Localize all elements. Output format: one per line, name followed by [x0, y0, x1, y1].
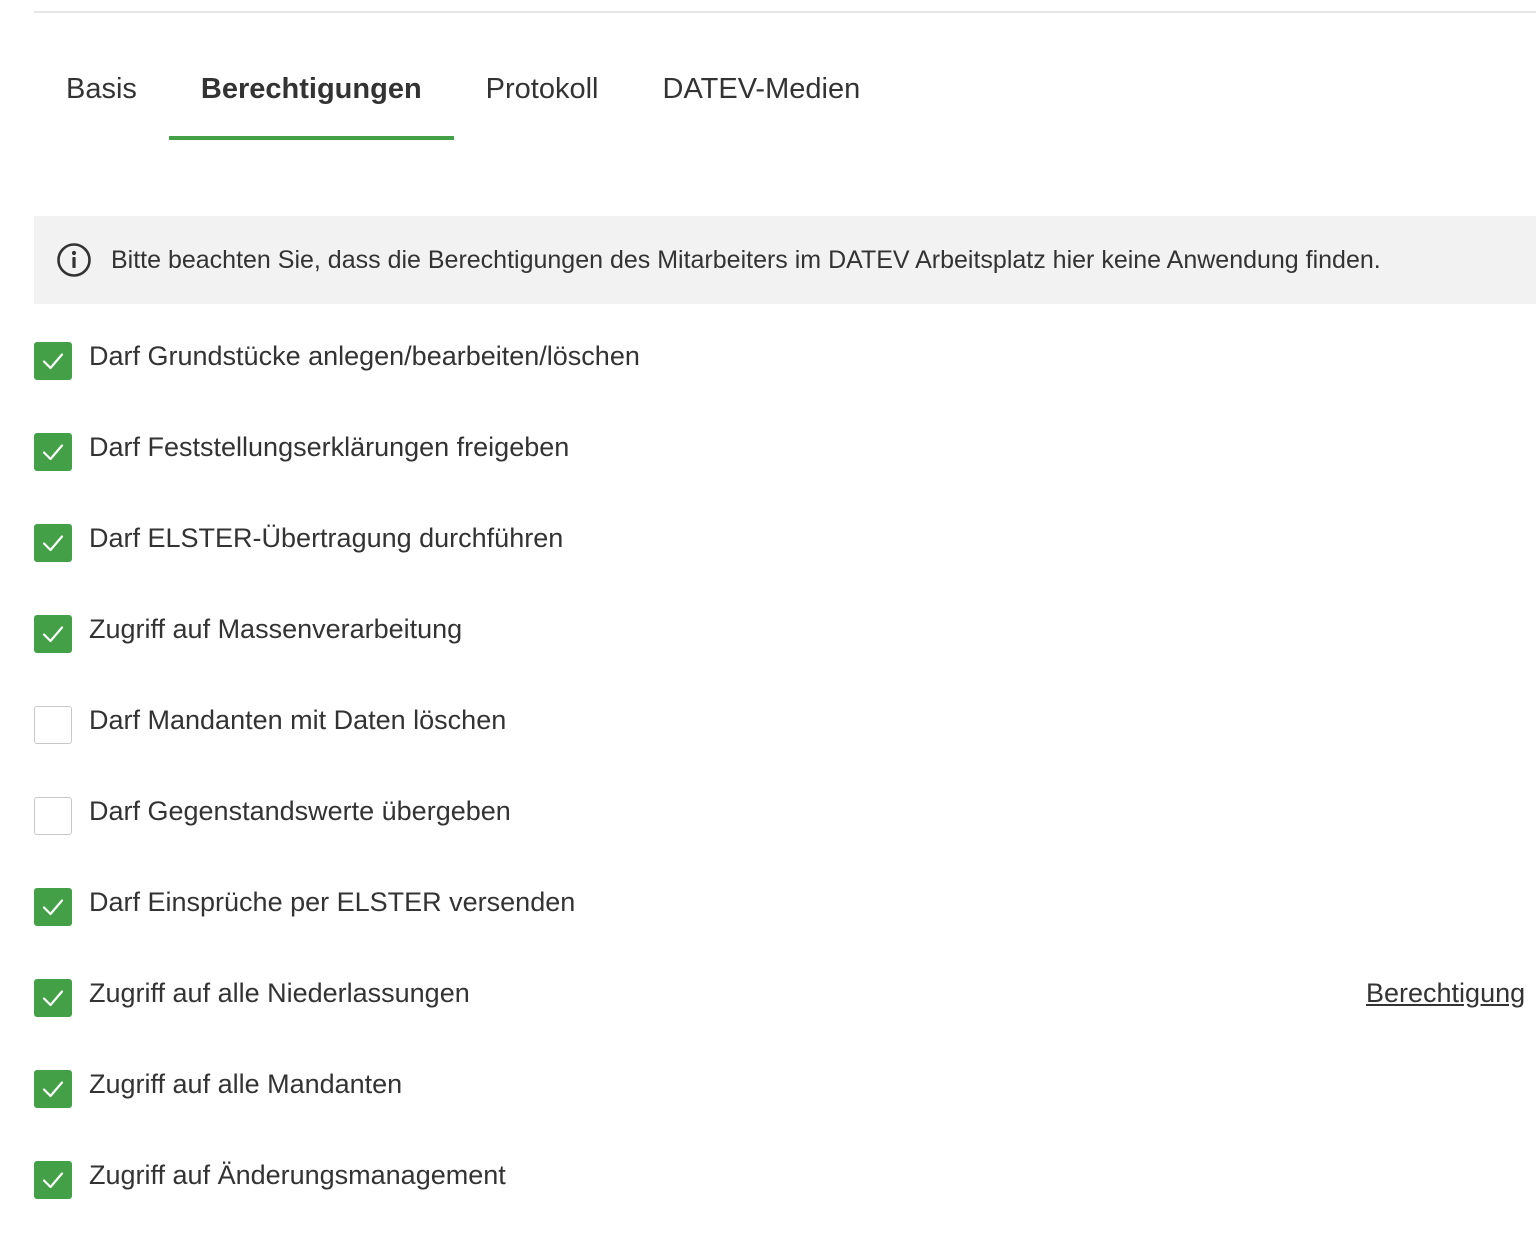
permission-checkbox[interactable] — [34, 706, 72, 744]
permission-label: Zugriff auf Änderungsmanagement — [89, 1160, 506, 1190]
tab-berechtigungen[interactable]: Berechtigungen — [168, 58, 454, 142]
tab-bar: Basis Berechtigungen Protokoll DATEV-Med… — [34, 58, 892, 142]
permission-label: Zugriff auf alle Niederlassungen — [89, 978, 470, 1008]
info-banner: Bitte beachten Sie, dass die Berechtigun… — [34, 216, 1536, 304]
permission-row: Zugriff auf alle Mandanten — [34, 1064, 1536, 1155]
permission-row: Darf Feststellungserklärungen freigeben — [34, 427, 1536, 518]
permission-label: Darf Mandanten mit Daten löschen — [89, 705, 507, 735]
permission-checkbox[interactable] — [34, 1070, 72, 1108]
info-circle-icon — [57, 243, 91, 277]
permission-checkbox[interactable] — [34, 342, 72, 380]
permission-label: Zugriff auf alle Mandanten — [89, 1069, 403, 1099]
tab-label: Berechtigungen — [200, 73, 422, 105]
permission-row: Darf Mandanten mit Daten löschen — [34, 700, 1536, 791]
permission-label: Darf Grundstücke anlegen/bearbeiten/lösc… — [89, 341, 640, 371]
tab-label: DATEV-Medien — [662, 73, 861, 105]
check-icon — [42, 353, 64, 370]
tab-label: Protokoll — [485, 73, 599, 105]
permission-checkbox[interactable] — [34, 888, 72, 926]
permission-row: Darf Gegenstandswerte übergeben — [34, 791, 1536, 882]
tab-label: Basis — [66, 73, 137, 105]
user-settings-page: Basis Berechtigungen Protokoll DATEV-Med… — [0, 0, 1536, 1249]
permission-checkbox[interactable] — [34, 615, 72, 653]
check-icon — [42, 1172, 64, 1189]
permission-row: Darf ELSTER-Übertragung durchführen — [34, 518, 1536, 609]
check-icon — [42, 444, 64, 461]
check-icon — [42, 990, 64, 1007]
permission-checkbox[interactable] — [34, 524, 72, 562]
permission-row: Zugriff auf Massenverarbeitung — [34, 609, 1536, 700]
check-icon — [42, 535, 64, 552]
check-icon — [42, 626, 64, 643]
permission-row: Zugriff auf alle Niederlassungen Berecht… — [34, 973, 1536, 1064]
tab-active-indicator — [168, 136, 454, 140]
tab-protokoll[interactable]: Protokoll — [454, 58, 631, 142]
tab-datev-medien[interactable]: DATEV-Medien — [631, 58, 893, 142]
permission-label: Darf ELSTER-Übertragung durchführen — [89, 523, 564, 553]
permission-label: Darf Gegenstandswerte übergeben — [89, 796, 511, 826]
permission-label: Darf Feststellungserklärungen freigeben — [89, 432, 570, 462]
permission-label: Darf Einsprüche per ELSTER versenden — [89, 887, 576, 917]
permission-checkbox[interactable] — [34, 433, 72, 471]
permission-checkbox[interactable] — [34, 1161, 72, 1199]
permission-row: Darf Einsprüche per ELSTER versenden — [34, 882, 1536, 973]
check-icon — [42, 899, 64, 916]
top-divider — [34, 11, 1536, 13]
info-banner-text: Bitte beachten Sie, dass die Berechtigun… — [111, 245, 1381, 274]
permission-list: Darf Grundstücke anlegen/bearbeiten/lösc… — [34, 336, 1536, 1246]
permission-row: Darf Grundstücke anlegen/bearbeiten/lösc… — [34, 336, 1536, 427]
permission-row: Zugriff auf Änderungsmanagement — [34, 1155, 1536, 1246]
permission-checkbox[interactable] — [34, 797, 72, 835]
permission-label: Zugriff auf Massenverarbeitung — [89, 614, 463, 644]
permission-checkbox[interactable] — [34, 979, 72, 1017]
berechtigung-link[interactable]: Berechtigung — [1366, 973, 1525, 1013]
tab-basis[interactable]: Basis — [34, 58, 169, 142]
check-icon — [42, 1081, 64, 1098]
